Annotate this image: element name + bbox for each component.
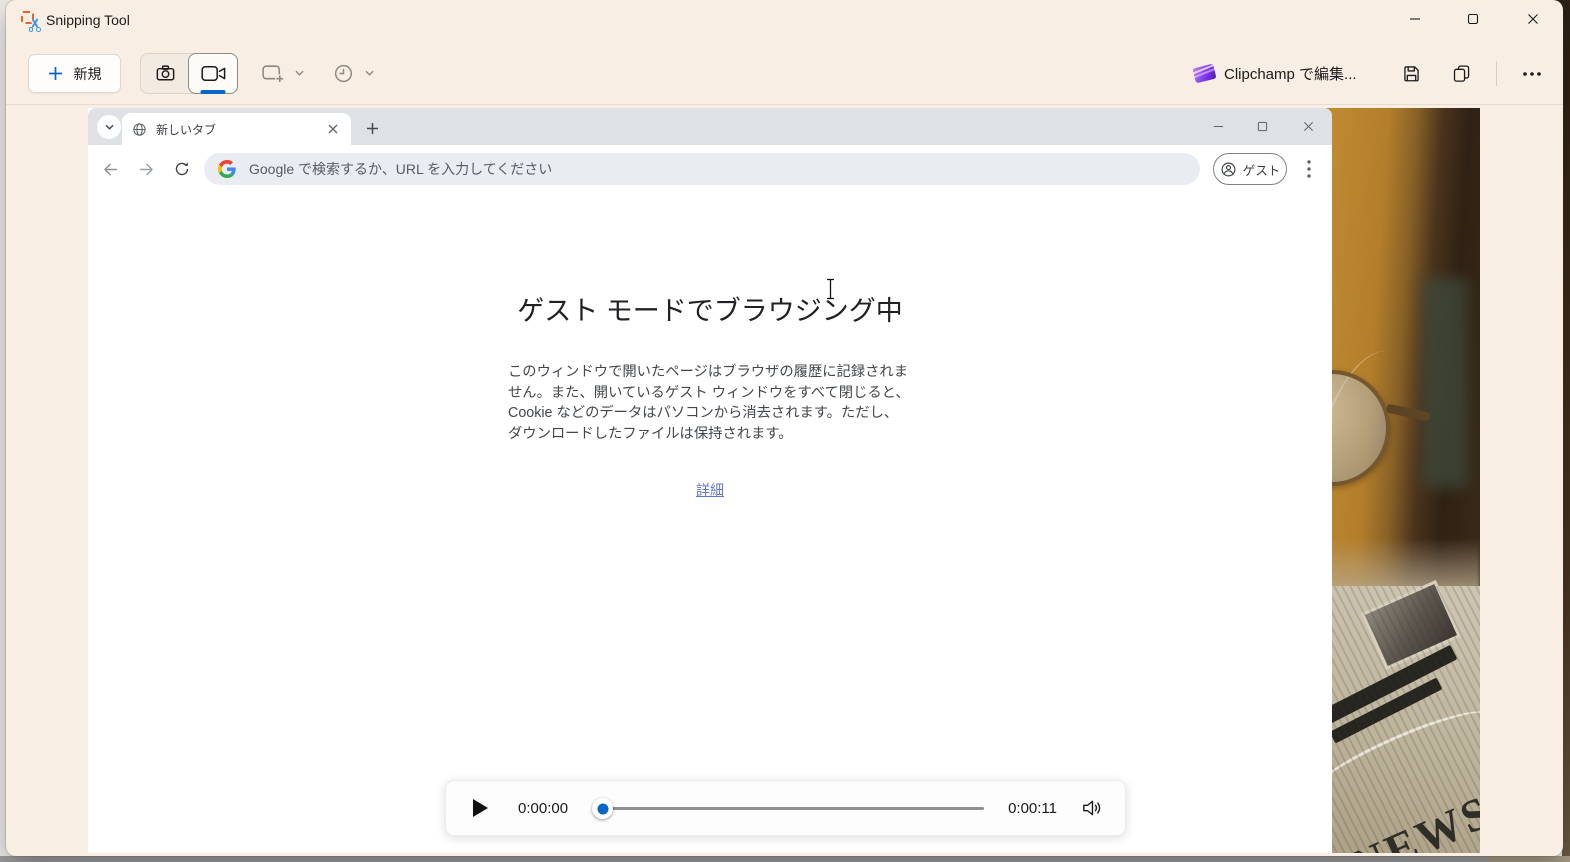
toolbar-bottom-divider	[6, 104, 1563, 105]
duration: 0:00:11	[1008, 800, 1057, 817]
tab-search-button	[97, 115, 121, 139]
newspaper-masthead-text: NEWS	[1344, 784, 1480, 853]
chrome-close-icon	[1286, 108, 1330, 145]
volume-button[interactable]	[1081, 798, 1103, 818]
guest-page-heading: ゲスト モードでブラウジング中	[88, 289, 1332, 328]
forward-icon	[132, 155, 160, 183]
recorded-desktop-photo: NEWS	[1320, 108, 1480, 853]
newspaper: NEWS	[1320, 586, 1480, 853]
guest-label: ゲスト	[1243, 160, 1281, 179]
media-player-bar: 0:00:00 0:00:11	[445, 780, 1126, 836]
seek-track	[596, 807, 984, 811]
newspaper-headline-bar	[1330, 677, 1443, 743]
globe-icon	[132, 122, 147, 137]
details-link: 詳細	[696, 480, 724, 500]
screen: Snipping Tool 新規	[0, 0, 1570, 862]
video-preview[interactable]: NEWS 新しいタブ	[88, 108, 1480, 853]
seek-thumb[interactable]	[592, 798, 613, 819]
guest-page: ゲスト モードでブラウジング中 このウィンドウで開いたページはブラウザの履歴に記…	[88, 193, 1332, 853]
newspaper-photo-block	[1361, 580, 1461, 670]
snipping-tool-window: Snipping Tool 新規	[6, 0, 1563, 856]
camera-icon	[154, 62, 177, 85]
newspaper-fold-edge	[1320, 697, 1480, 815]
recorded-chrome-window: 新しいタブ	[88, 108, 1332, 853]
volume-icon	[1081, 798, 1103, 818]
snipping-tool-logo-icon	[21, 11, 40, 30]
chevron-down-icon	[364, 69, 375, 77]
region-mode-dropdown[interactable]	[260, 54, 305, 92]
more-icon	[1522, 71, 1542, 77]
close-button[interactable]	[1510, 0, 1556, 38]
back-icon	[96, 155, 124, 183]
desktop-strip-bottom	[0, 856, 1488, 862]
more-options-button[interactable]	[1513, 55, 1550, 92]
desktop-strip-bottom-right	[1488, 856, 1570, 862]
capture-mode-toggle	[140, 53, 238, 94]
tab-close-icon	[324, 121, 341, 138]
clock-icon	[332, 62, 355, 85]
app-title: Snipping Tool	[46, 12, 130, 28]
guest-avatar-icon	[1220, 161, 1237, 178]
copy-icon	[1451, 63, 1472, 84]
desktop-edge-right	[1562, 0, 1570, 862]
guest-page-body: このウィンドウで開いたページはブラウザの履歴に記録されません。また、開いているゲ…	[508, 362, 912, 444]
region-select-icon	[260, 61, 285, 86]
clipchamp-icon	[1192, 64, 1216, 84]
text-cursor-icon	[825, 278, 836, 300]
toolbar-divider	[1496, 61, 1497, 86]
play-button[interactable]	[472, 797, 492, 819]
photo-dark-patch	[1422, 278, 1468, 488]
toolbar: 新規	[6, 42, 1563, 104]
guest-profile-badge: ゲスト	[1213, 153, 1287, 185]
new-capture-label: 新規	[74, 64, 102, 84]
tab-strip: 新しいタブ	[88, 108, 1332, 145]
save-button[interactable]	[1393, 55, 1430, 92]
edit-in-clipchamp-button[interactable]: Clipchamp で編集...	[1184, 54, 1367, 93]
tab-title: 新しいタブ	[156, 121, 315, 138]
copy-button[interactable]	[1443, 55, 1480, 92]
address-placeholder: Google で検索するか、URL を入力してください	[249, 159, 552, 179]
newspaper-headline-bar	[1320, 645, 1457, 727]
active-tab: 新しいタブ	[122, 113, 351, 145]
reload-icon	[168, 155, 196, 183]
video-camera-icon	[201, 64, 226, 83]
clipchamp-label: Clipchamp で編集...	[1224, 63, 1357, 84]
chrome-maximize-icon	[1240, 108, 1284, 145]
save-icon	[1401, 63, 1422, 84]
google-g-icon	[218, 160, 236, 178]
current-time: 0:00:00	[518, 800, 568, 817]
seek-slider[interactable]	[592, 796, 984, 820]
selected-mode-indicator	[201, 90, 226, 94]
address-bar: Google で検索するか、URL を入力してください	[204, 153, 1200, 185]
chevron-down-icon	[294, 69, 305, 77]
kebab-icon	[1300, 155, 1318, 183]
chevron-down-icon	[104, 123, 115, 131]
new-tab-icon	[360, 116, 385, 141]
titlebar[interactable]: Snipping Tool	[6, 0, 1563, 42]
plus-icon	[48, 66, 63, 81]
minimize-button[interactable]	[1392, 0, 1438, 38]
new-capture-button[interactable]: 新規	[28, 54, 121, 93]
delay-dropdown[interactable]	[332, 54, 375, 92]
maximize-button[interactable]	[1450, 0, 1496, 38]
chrome-toolbar: Google で検索するか、URL を入力してください ゲスト	[88, 145, 1332, 193]
record-mode-button[interactable]	[188, 53, 238, 94]
chrome-minimize-icon	[1196, 108, 1240, 145]
snapshot-mode-button[interactable]	[141, 54, 190, 93]
